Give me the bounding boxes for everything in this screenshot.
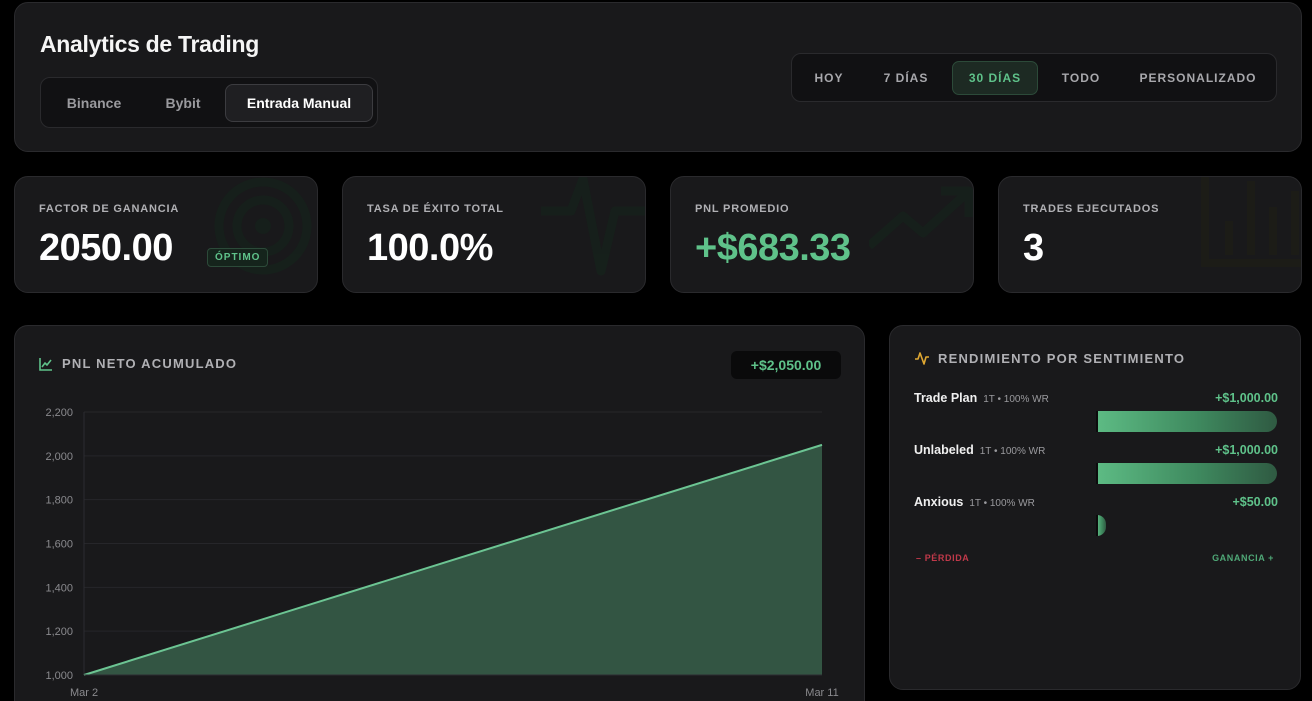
sentiment-bar-track: [1096, 515, 1278, 536]
page-title: Analytics de Trading: [40, 31, 259, 57]
sentiment-bar-track: [1096, 463, 1278, 484]
sentiment-panel: RENDIMIENTO POR SENTIMIENTO Trade Plan 1T…: [889, 325, 1301, 690]
y-tick-label: 2,000: [45, 451, 73, 463]
kpi-trades: TRADES EJECUTADOS 3: [998, 176, 1302, 293]
range-hoy[interactable]: HOY: [800, 61, 858, 95]
activity-icon: [915, 352, 929, 365]
y-tick-label: 1,000: [45, 670, 73, 682]
sentiment-bar: [1097, 411, 1277, 432]
cumulative-pnl-panel: 1,000 1,200 1,400 1,600 1,800 2,000 2,200 Mar 2…: [14, 325, 865, 701]
cumulative-pnl-chart: 1,000 1,200 1,400 1,600 1,800 2,000 2,200 Mar 2…: [45, 407, 838, 699]
sentiment-bar: [1097, 515, 1106, 536]
range-personalizado[interactable]: PERSONALIZADO: [1126, 61, 1270, 95]
sentiment-row: Trade Plan 1T • 100% WR +$1,000.00: [914, 391, 1278, 441]
status-badge: ÓPTIMO: [207, 248, 269, 267]
gain-legend: GANANCIA +: [1212, 553, 1274, 563]
sentiment-meta: 1T • 100% WR: [969, 498, 1035, 509]
chart-title: PNL NETO ACUMULADO: [62, 356, 238, 371]
bar-chart-icon: [1201, 177, 1301, 267]
sentiment-header: RENDIMIENTO POR SENTIMIENTO: [914, 350, 1185, 366]
tab-entrada-manual[interactable]: Entrada Manual: [225, 84, 373, 122]
range-7-dias[interactable]: 7 DÍAS: [870, 61, 942, 95]
sentiment-name-wrap: Anxious 1T • 100% WR: [914, 495, 1035, 509]
sentiment-title: RENDIMIENTO POR SENTIMIENTO: [938, 350, 1186, 366]
y-tick-label: 1,800: [45, 495, 73, 507]
kpi-label: TRADES EJECUTADOS: [1023, 203, 1160, 215]
kpi-label: TASA DE ÉXITO TOTAL: [367, 203, 504, 215]
sentiment-row: Anxious 1T • 100% WR +$50.00: [914, 495, 1278, 545]
kpi-value: 100.0%: [367, 227, 493, 269]
y-tick-label: 1,200: [45, 626, 73, 638]
sentiment-name-wrap: Trade Plan 1T • 100% WR: [914, 391, 1049, 405]
sentiment-name: Anxious: [914, 495, 964, 509]
x-tick-label: Mar 2: [70, 687, 98, 699]
kpi-value: 2050.00: [39, 227, 173, 269]
sentiment-name: Unlabeled: [914, 443, 974, 457]
kpi-value: +$683.33: [695, 227, 851, 269]
kpi-avg-pnl: PNL PROMEDIO +$683.33: [670, 176, 974, 293]
tab-binance[interactable]: Binance: [51, 84, 137, 122]
kpi-label: PNL PROMEDIO: [695, 203, 790, 215]
chart-header: PNL NETO ACUMULADO: [39, 356, 237, 371]
range-tabs: HOY 7 DÍAS 30 DÍAS TODO PERSONALIZADO: [791, 53, 1277, 102]
sentiment-value: +$1,000.00: [1215, 391, 1278, 405]
sentiment-name: Trade Plan: [914, 391, 978, 405]
header-panel: Analytics de Trading Binance Bybit Entra…: [14, 2, 1302, 152]
sentiment-meta: 1T • 100% WR: [983, 394, 1049, 405]
sentiment-row: Unlabeled 1T • 100% WR +$1,000.00: [914, 443, 1278, 493]
sentiment-name-wrap: Unlabeled 1T • 100% WR: [914, 443, 1045, 457]
y-tick-label: 2,200: [45, 407, 73, 419]
tab-bybit[interactable]: Bybit: [145, 84, 221, 122]
source-tabs: Binance Bybit Entrada Manual: [40, 77, 378, 128]
loss-legend: – PÉRDIDA: [916, 553, 970, 563]
sentiment-value: +$50.00: [1232, 495, 1278, 509]
sentiment-bar: [1097, 463, 1277, 484]
x-tick-label: Mar 11: [805, 687, 838, 699]
y-tick-label: 1,600: [45, 539, 73, 551]
y-tick-label: 1,400: [45, 582, 73, 594]
sentiment-meta: 1T • 100% WR: [979, 446, 1046, 457]
chart-total-badge: +$2,050.00: [731, 351, 841, 379]
range-todo[interactable]: TODO: [1048, 61, 1114, 95]
zero-axis: [1096, 515, 1098, 536]
zero-axis: [1096, 463, 1098, 484]
kpi-win-rate: TASA DE ÉXITO TOTAL 100.0%: [342, 176, 646, 293]
trending-up-icon: [869, 186, 973, 250]
sentiment-value: +$1,000.00: [1215, 443, 1278, 457]
line-chart-icon: [39, 357, 52, 371]
pulse-icon: [541, 177, 645, 276]
kpi-profit-factor: FACTOR DE GANANCIA 2050.00 ÓPTIMO: [14, 176, 318, 293]
kpi-value: 3: [1023, 227, 1044, 269]
sentiment-bar-track: [1096, 411, 1278, 432]
zero-axis: [1096, 411, 1098, 432]
range-30-dias[interactable]: 30 DÍAS: [952, 61, 1038, 95]
kpi-label: FACTOR DE GANANCIA: [39, 203, 180, 215]
